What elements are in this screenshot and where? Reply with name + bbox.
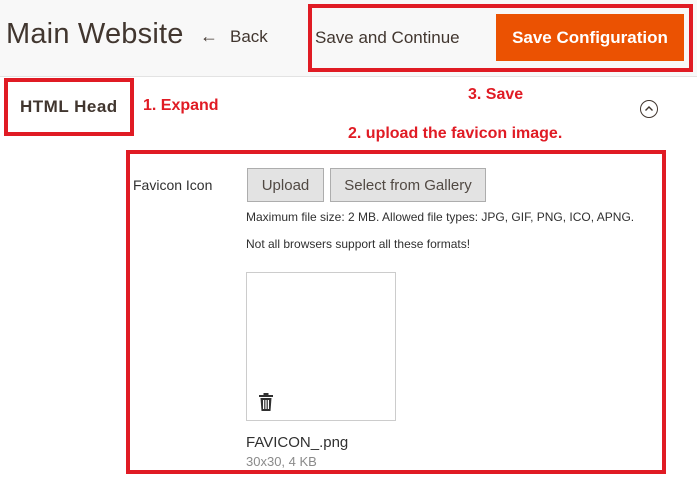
section-title-html-head[interactable]: HTML Head: [20, 97, 118, 117]
trash-icon[interactable]: [258, 393, 274, 416]
annotation-save: 3. Save: [468, 86, 524, 103]
back-button[interactable]: ← Back: [200, 26, 268, 47]
annotation-expand: 1. Expand: [143, 97, 219, 114]
annotation-upload: 2. upload the favicon image.: [348, 125, 563, 142]
file-meta: 30x30, 4 KB: [246, 454, 317, 469]
upload-button[interactable]: Upload: [247, 168, 324, 202]
file-size-note: Maximum file size: 2 MB. Allowed file ty…: [246, 210, 635, 224]
file-name[interactable]: FAVICON_.png: [246, 434, 348, 451]
chevron-up-icon[interactable]: [640, 100, 658, 118]
browser-support-note: Not all browsers support all these forma…: [246, 237, 471, 251]
favicon-icon-label: Favicon Icon: [133, 177, 213, 193]
back-label: Back: [230, 27, 268, 46]
select-from-gallery-button[interactable]: Select from Gallery: [330, 168, 486, 202]
arrow-left-icon: ←: [200, 26, 218, 46]
annotation-box-save: [308, 4, 693, 72]
page-title: Main Website: [6, 18, 184, 50]
